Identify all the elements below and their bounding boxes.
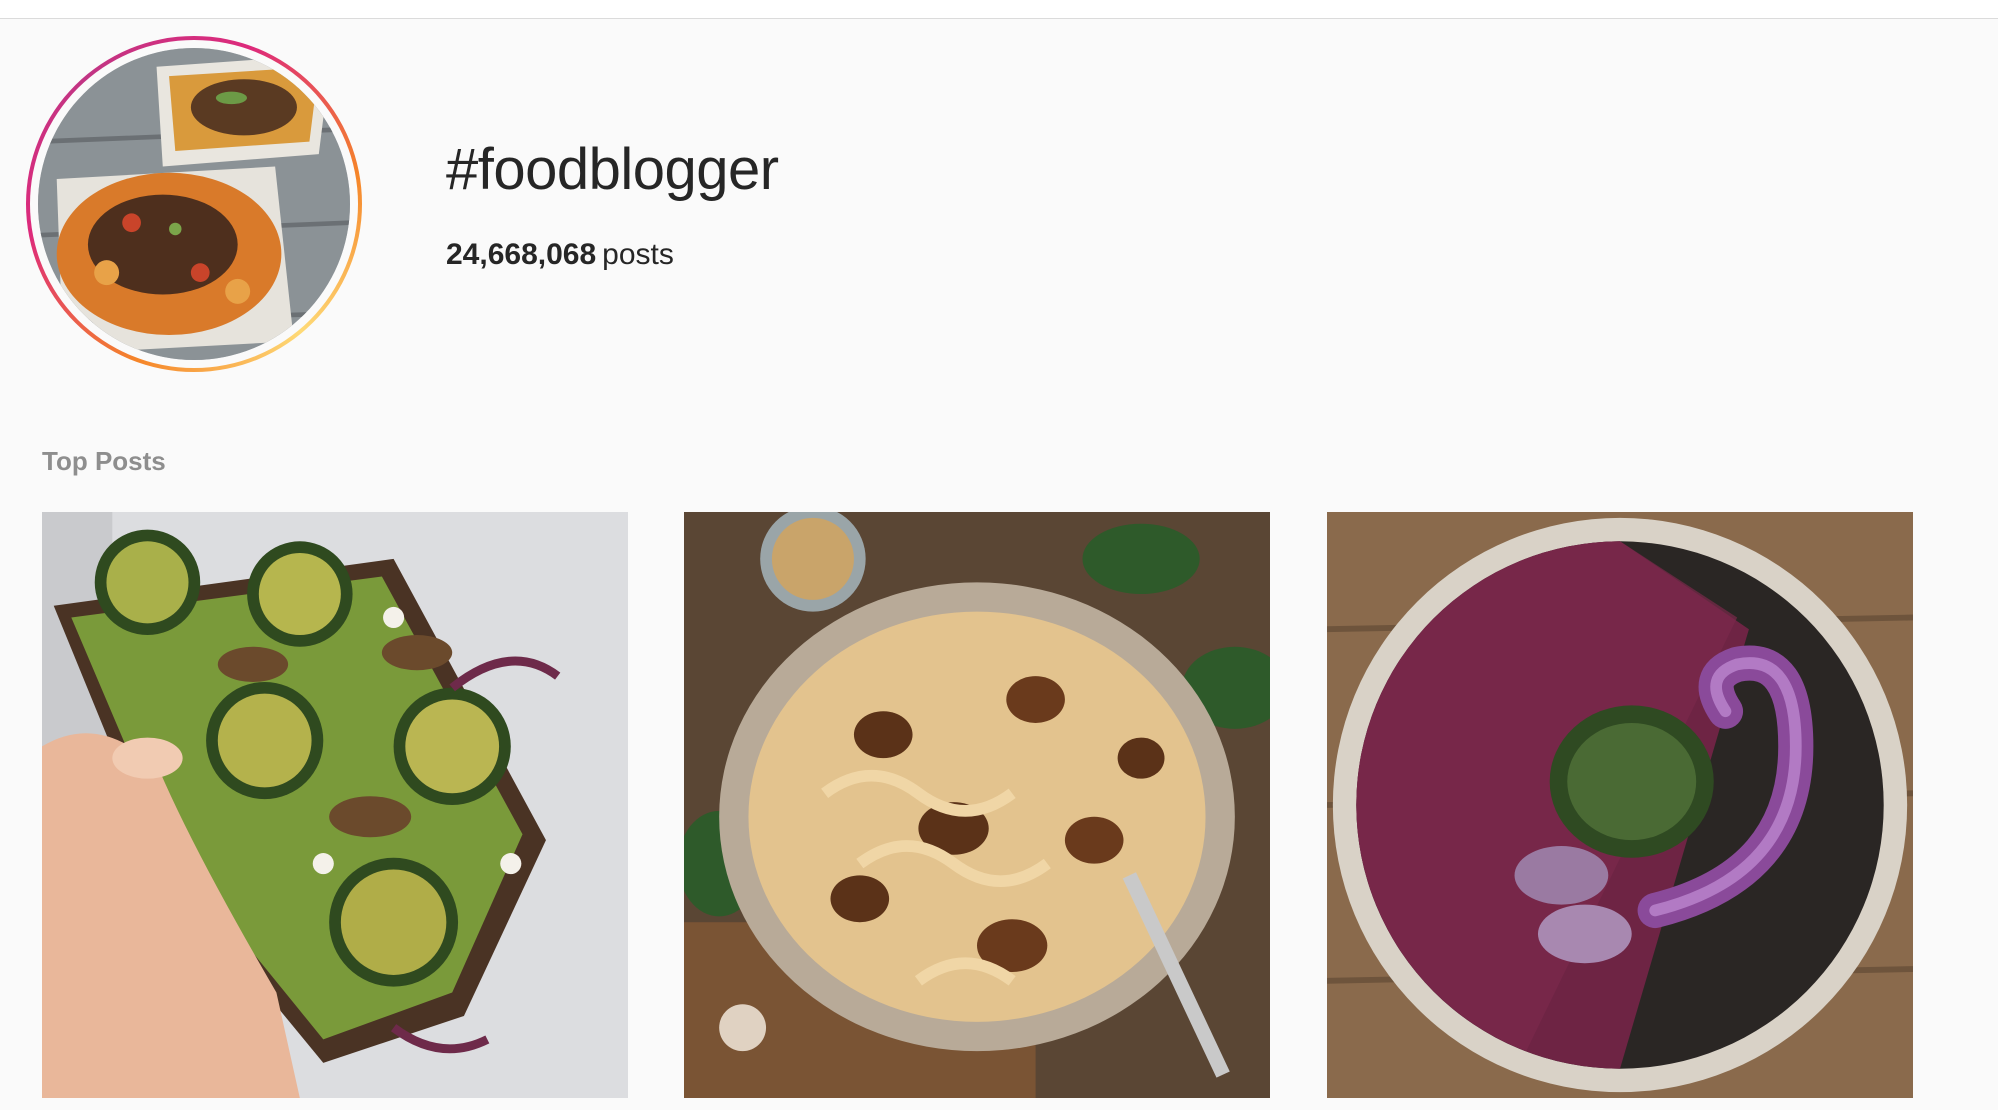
post-image-octopus-plate [1327, 512, 1913, 1098]
post-image-mushroom-pasta [684, 512, 1270, 1098]
post-image-zucchini-toast [42, 512, 628, 1098]
top-posts-heading: Top Posts [42, 446, 166, 476]
hashtag-avatar-image [38, 48, 350, 360]
top-posts-grid [42, 512, 1913, 1098]
post-count-suffix: posts [602, 238, 674, 271]
hashtag-avatar-gap [30, 40, 358, 368]
post-count: 24,668,068 posts [446, 238, 674, 272]
post-count-number: 24,668,068 [446, 238, 597, 271]
post-thumbnail-zucchini-toast[interactable] [42, 512, 628, 1098]
hashtag-avatar-ring[interactable] [26, 36, 362, 372]
hashtag-header: #foodblogger 24,668,068 posts [26, 36, 1926, 372]
top-navigation-bar [0, 0, 1998, 19]
hashtag-avatar[interactable] [38, 48, 350, 360]
post-thumbnail-mushroom-pasta[interactable] [684, 512, 1270, 1098]
post-thumbnail-octopus-plate[interactable] [1327, 512, 1913, 1098]
hashtag-title: #foodblogger [446, 137, 779, 202]
